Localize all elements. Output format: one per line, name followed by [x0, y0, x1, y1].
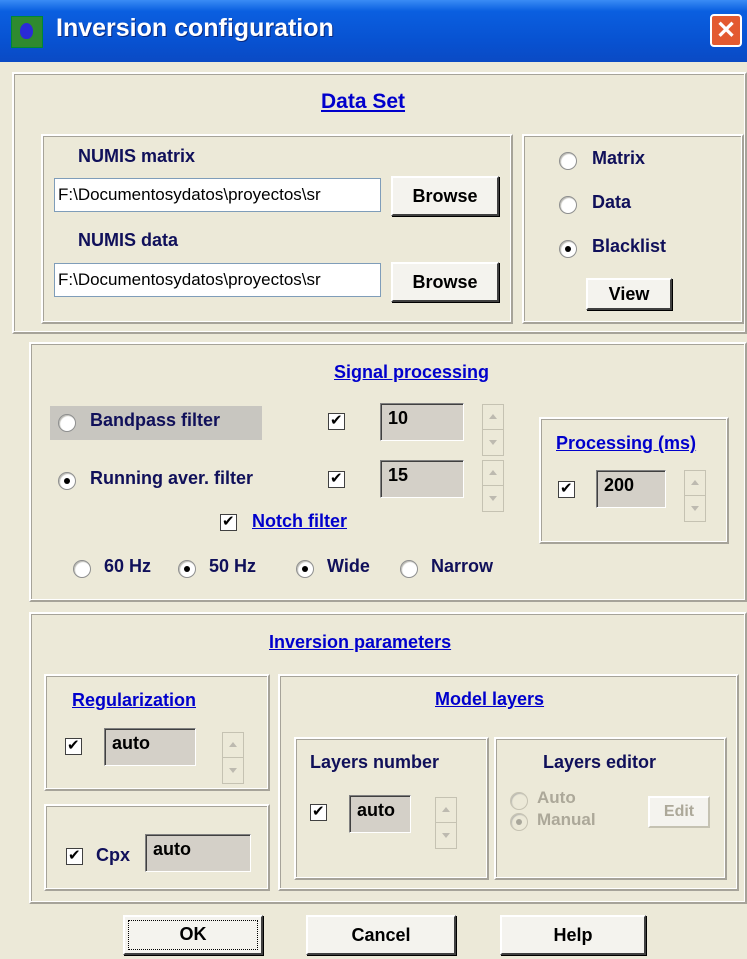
help-button[interactable]: Help [500, 915, 646, 955]
processing-spinner[interactable] [684, 470, 706, 522]
radio-data-label: Data [592, 192, 632, 212]
bandpass-checkbox[interactable] [328, 411, 345, 430]
spin-down-icon[interactable] [483, 430, 503, 455]
radio-blacklist-label: Blacklist [592, 236, 667, 256]
dialog-window: Inversion configuration ✕ Data Set NUMIS… [0, 0, 747, 959]
wide-label: Wide [327, 556, 370, 576]
spin-down-icon[interactable] [436, 823, 456, 848]
running-value[interactable]: 15 [380, 460, 464, 498]
radio-wide[interactable] [296, 560, 314, 578]
notch-checkbox[interactable] [220, 512, 237, 531]
regularization-spinner[interactable] [222, 732, 244, 784]
inversion-header: Inversion parameters [269, 632, 452, 652]
signal-header: Signal processing [334, 362, 490, 382]
manual-label: Manual [537, 810, 596, 829]
matrix-label: NUMIS matrix [78, 146, 196, 166]
title-bar[interactable]: Inversion configuration ✕ [0, 0, 747, 62]
spin-up-icon[interactable] [223, 733, 243, 758]
radio-60hz[interactable] [73, 560, 91, 578]
spin-down-icon[interactable] [685, 496, 705, 521]
layers-editor-label: Layers editor [543, 752, 657, 772]
spin-up-icon[interactable] [436, 798, 456, 823]
processing-checkbox[interactable] [558, 479, 575, 498]
radio-matrix[interactable] [559, 152, 577, 170]
app-icon [11, 16, 43, 48]
close-button[interactable]: ✕ [710, 14, 742, 47]
running-spinner[interactable] [482, 460, 504, 512]
processing-header: Processing (ms) [556, 433, 697, 453]
spin-down-icon[interactable] [483, 486, 503, 511]
layers-number-spinner[interactable] [435, 797, 457, 849]
radio-auto[interactable] [510, 792, 528, 810]
cpx-label: Cpx [96, 845, 131, 865]
radio-data[interactable] [559, 196, 577, 214]
processing-value[interactable]: 200 [596, 470, 666, 508]
radio-matrix-label: Matrix [592, 148, 646, 168]
regularization-checkbox[interactable] [65, 736, 82, 755]
radio-narrow[interactable] [400, 560, 418, 578]
radio-running[interactable] [58, 472, 76, 490]
hz60-label: 60 Hz [104, 556, 152, 576]
edit-button[interactable]: Edit [648, 796, 710, 828]
radio-50hz[interactable] [178, 560, 196, 578]
model-layers-header: Model layers [435, 689, 545, 709]
dataset-header: Data Set [321, 90, 406, 113]
running-label: Running aver. filter [90, 468, 254, 488]
layers-number-value[interactable]: auto [349, 795, 411, 833]
window-title: Inversion configuration [56, 14, 334, 42]
data-browse-button[interactable]: Browse [391, 262, 499, 302]
radio-bandpass[interactable] [58, 414, 76, 432]
cpx-value[interactable]: auto [145, 834, 251, 872]
auto-label: Auto [537, 788, 576, 807]
layers-number-label: Layers number [310, 752, 440, 772]
bandpass-value[interactable]: 10 [380, 403, 464, 441]
spin-up-icon[interactable] [685, 471, 705, 496]
client-area: Data Set NUMIS matrix F:\Documentosydato… [4, 62, 747, 959]
cpx-checkbox[interactable] [66, 846, 83, 865]
narrow-label: Narrow [431, 556, 494, 576]
cancel-button[interactable]: Cancel [306, 915, 456, 955]
matrix-path-input[interactable]: F:\Documentosydatos\proyectos\sr [54, 178, 381, 212]
running-checkbox[interactable] [328, 469, 345, 488]
view-button[interactable]: View [586, 278, 672, 310]
radio-blacklist[interactable] [559, 240, 577, 258]
regularization-header: Regularization [72, 690, 197, 710]
notch-label[interactable]: Notch filter [252, 511, 347, 532]
data-path-input[interactable]: F:\Documentosydatos\proyectos\sr [54, 263, 381, 297]
spin-up-icon[interactable] [483, 461, 503, 486]
bandpass-label: Bandpass filter [90, 410, 221, 430]
spin-down-icon[interactable] [223, 758, 243, 783]
bandpass-spinner[interactable] [482, 404, 504, 456]
data-label: NUMIS data [78, 230, 179, 250]
regularization-value[interactable]: auto [104, 728, 196, 766]
spin-up-icon[interactable] [483, 405, 503, 430]
layers-number-checkbox[interactable] [310, 802, 327, 821]
hz50-label: 50 Hz [209, 556, 257, 576]
radio-manual[interactable] [510, 813, 528, 831]
matrix-browse-button[interactable]: Browse [391, 176, 499, 216]
ok-button[interactable]: OK [123, 915, 263, 955]
